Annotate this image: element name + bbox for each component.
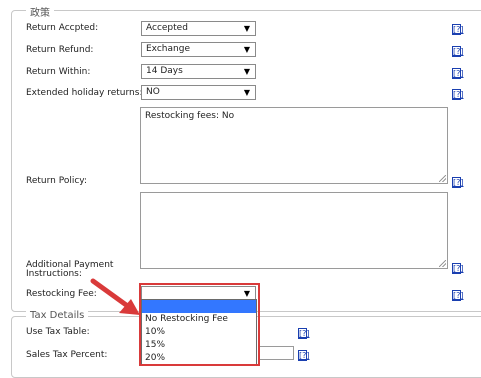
- resize-grip-icon[interactable]: [439, 175, 446, 182]
- red-arrow-icon: [90, 278, 140, 315]
- return-policy-help-link[interactable]: [?]: [452, 177, 464, 188]
- policy-legend: 政策: [26, 4, 54, 19]
- annotation-highlight-box: [139, 283, 260, 366]
- use-tax-table-help-link[interactable]: [?]: [298, 328, 310, 339]
- return-within-value: 14 Days: [146, 66, 183, 76]
- restocking-fee-help-link[interactable]: [?]: [452, 290, 464, 301]
- return-within-help-link[interactable]: [?]: [452, 68, 464, 79]
- extended-holiday-help-link[interactable]: [?]: [452, 89, 464, 100]
- return-policy-textarea[interactable]: Restocking fees: No: [140, 107, 448, 184]
- return-accepted-select[interactable]: Accepted ▼: [141, 21, 256, 36]
- return-accepted-label: Return Accpted:: [26, 23, 99, 33]
- dropdown-arrow-icon: ▼: [243, 24, 250, 33]
- use-tax-table-label: Use Tax Table:: [26, 327, 90, 337]
- return-within-select[interactable]: 14 Days ▼: [141, 64, 256, 79]
- dropdown-arrow-icon: ▼: [243, 45, 250, 54]
- return-refund-label: Return Refund:: [26, 45, 94, 55]
- additional-payment-help-link[interactable]: [?]: [452, 263, 464, 274]
- return-within-label: Return Within:: [26, 67, 91, 77]
- dropdown-arrow-icon: ▼: [243, 88, 250, 97]
- additional-payment-textarea[interactable]: [140, 192, 448, 269]
- sales-tax-percent-label: Sales Tax Percent:: [26, 350, 108, 360]
- extended-holiday-value: NO: [146, 87, 160, 97]
- extended-holiday-select[interactable]: NO ▼: [141, 85, 256, 100]
- resize-grip-icon[interactable]: [439, 260, 446, 267]
- sales-tax-percent-input[interactable]: [258, 346, 294, 360]
- dropdown-arrow-icon: ▼: [243, 67, 250, 76]
- return-refund-value: Exchange: [146, 44, 190, 54]
- tax-legend: Tax Details: [26, 310, 89, 321]
- return-policy-label: Return Policy:: [26, 176, 87, 186]
- return-refund-select[interactable]: Exchange ▼: [141, 42, 256, 57]
- sales-tax-percent-help-link[interactable]: [?]: [298, 350, 310, 361]
- extended-holiday-label: Extended holiday returns:: [26, 88, 143, 98]
- return-accepted-value: Accepted: [146, 23, 188, 33]
- return-refund-help-link[interactable]: [?]: [452, 46, 464, 57]
- return-accepted-help-link[interactable]: [?]: [452, 24, 464, 35]
